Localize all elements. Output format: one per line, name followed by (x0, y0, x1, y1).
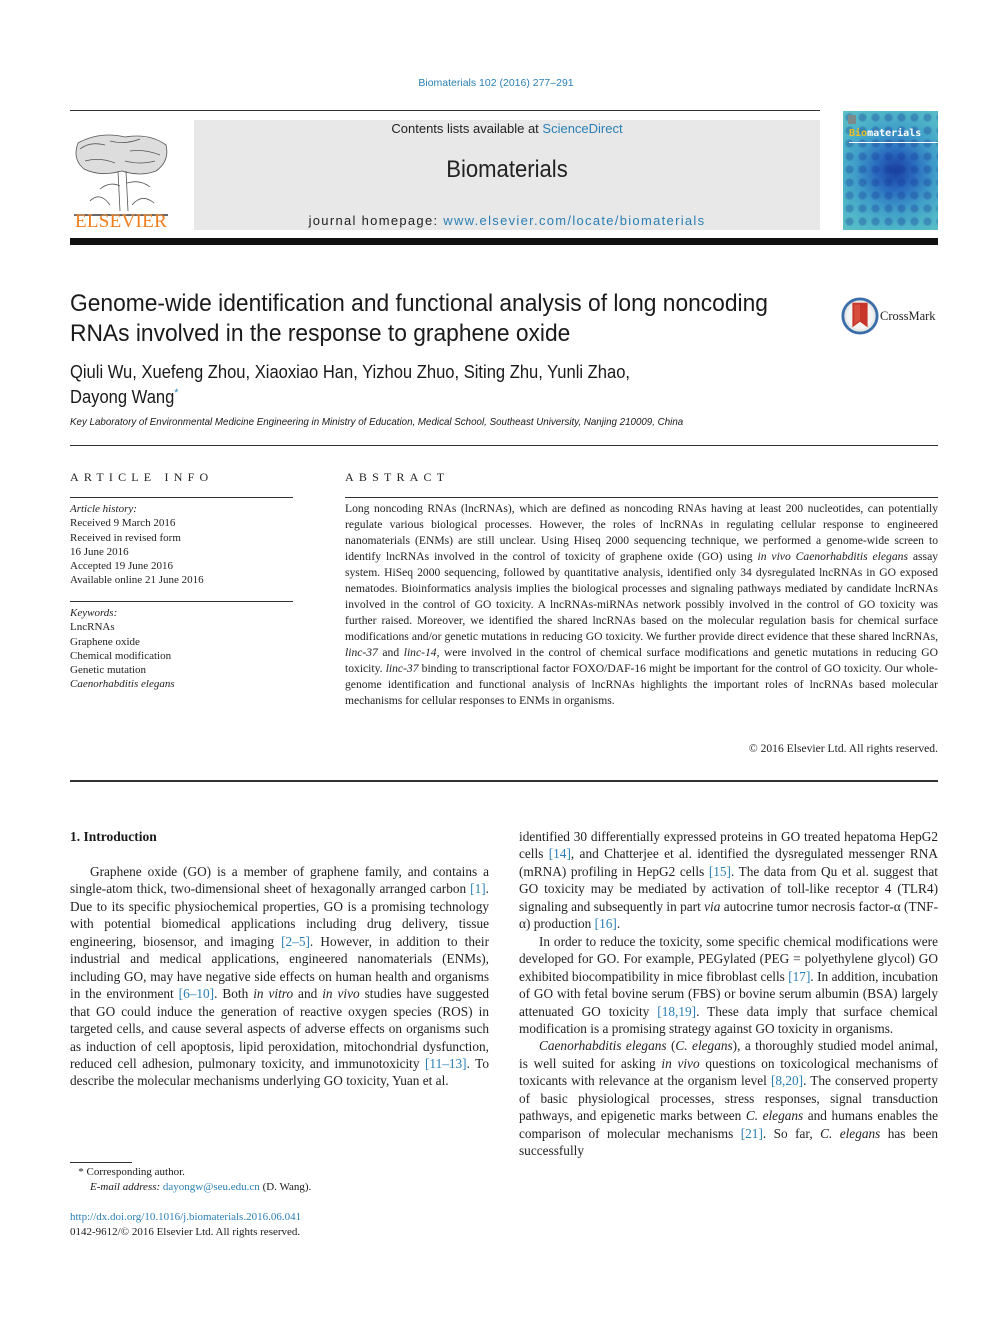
keyword-item: Chemical modification (70, 649, 172, 662)
paragraph: identified 30 differentially expressed p… (519, 828, 938, 933)
authors-line-2: Dayong Wang* (70, 383, 732, 408)
abstract-italic: linc-37 (385, 662, 419, 675)
crossmark-icon[interactable] (841, 297, 879, 335)
citation-link[interactable]: [16] (595, 916, 617, 931)
history-label: Article history: (70, 503, 137, 515)
journal-name: Biomaterials (446, 156, 568, 183)
email-suffix: (D. Wang). (259, 1181, 312, 1193)
abstract-italic: linc-14 (403, 646, 437, 659)
citation-link[interactable]: [11–13] (425, 1056, 467, 1071)
text-segment: and (293, 986, 323, 1002)
footnote-divider (70, 1162, 132, 1163)
issn-copyright: 0142-9612/© 2016 Elsevier Ltd. All right… (70, 1226, 301, 1238)
cover-title-highlight: Bio (849, 128, 868, 139)
italic-term: in vitro (253, 986, 294, 1002)
journal-cover-image[interactable]: Biomaterials (843, 111, 938, 230)
paragraph: In order to reduce the toxicity, some sp… (519, 933, 938, 1038)
crossmark-label[interactable]: CrossMark (880, 309, 936, 324)
divider (345, 497, 938, 498)
divider (70, 110, 820, 111)
italic-term: C. elegans (820, 1125, 881, 1141)
text-segment: Graphene oxide (GO) is a member of graph… (70, 864, 489, 897)
abstract-segment: and (377, 646, 404, 659)
citation-link[interactable]: [15] (709, 864, 731, 879)
section-heading-introduction: 1. Introduction (70, 829, 157, 844)
abstract-segment: binding to transcriptional factor FOXO/D… (345, 662, 938, 707)
keywords: Keywords: LncRNAs Graphene oxide Chemica… (70, 606, 293, 692)
abstract-segment: assay system. HiSeq 2000 sequencing, fol… (345, 550, 939, 643)
divider (70, 497, 293, 498)
corresponding-label: Corresponding author. (86, 1166, 185, 1178)
contents-prefix: Contents lists available at (391, 121, 543, 136)
abstract-text: Long noncoding RNAs (lncRNAs), which are… (345, 501, 938, 709)
italic-term: Caenorhabditis elegans (539, 1038, 667, 1054)
italic-term: C. elegans (675, 1038, 733, 1054)
cover-title: Biomaterials (849, 128, 921, 139)
keyword-item: Graphene oxide (70, 635, 140, 648)
citation-link[interactable]: [14] (549, 846, 571, 861)
cover-title-rest: materials (867, 128, 922, 139)
footnote: * Corresponding author. E-mail address: … (70, 1165, 490, 1195)
article-history: Article history: Received 9 March 2016 R… (70, 502, 293, 588)
italic-term: C. elegans (745, 1108, 804, 1124)
article-title: Genome-wide identification and functiona… (70, 290, 768, 347)
italic-term: in vivo (661, 1055, 700, 1071)
divider (70, 601, 293, 602)
cover-emblem-icon (848, 115, 856, 124)
text-segment: . Both (214, 986, 254, 1002)
elsevier-logo-text: ELSEVIER (74, 211, 168, 232)
history-item: Received in revised form (70, 531, 181, 544)
cover-divider (849, 142, 938, 143)
email-note: E-mail address: dayongw@seu.edu.cn (D. W… (70, 1180, 490, 1195)
keyword-item: Caenorhabditis elegans (70, 678, 175, 691)
footnote-mark: * (78, 1166, 84, 1178)
keyword-item: Genetic mutation (70, 664, 147, 677)
divider (70, 780, 938, 782)
citation-link[interactable]: [2–5] (281, 934, 310, 949)
author-list: Qiuli Wu, Xuefeng Zhou, Xiaoxiao Han, Yi… (70, 362, 732, 408)
history-item: Available online 21 June 2016 (70, 574, 204, 587)
homepage-link[interactable]: www.elsevier.com/locate/biomaterials (443, 213, 705, 228)
corresponding-note: * Corresponding author. (70, 1165, 490, 1180)
paragraph: Caenorhabditis elegans (C. elegans), a t… (519, 1037, 938, 1159)
keywords-label: Keywords: (70, 607, 118, 619)
abstract-copyright: © 2016 Elsevier Ltd. All rights reserved… (748, 742, 938, 755)
abstract-heading: ABSTRACT (345, 470, 450, 484)
homepage-line: journal homepage: www.elsevier.com/locat… (194, 213, 820, 228)
citation-link[interactable]: [1] (470, 881, 486, 896)
body-column-left: Graphene oxide (GO) is a member of graph… (70, 863, 489, 1090)
abstract-italic: in vivo Caenorhabditis elegans (757, 550, 908, 563)
citation-link[interactable]: [18,19] (657, 1004, 696, 1019)
body-column-right: identified 30 differentially expressed p… (519, 828, 938, 1160)
abstract-italic: linc-37 (345, 646, 378, 659)
corresponding-author-mark[interactable]: * (174, 387, 178, 399)
corresponding-author: Dayong Wang (70, 387, 175, 407)
email-label: E-mail address: (90, 1181, 161, 1193)
history-item: Received 9 March 2016 (70, 517, 176, 530)
paragraph: Graphene oxide (GO) is a member of graph… (70, 863, 489, 1090)
text-segment: . So far, (762, 1125, 821, 1141)
citation-link[interactable]: [17] (788, 969, 810, 984)
article-info-heading: ARTICLE INFO (70, 470, 214, 484)
citation-link[interactable]: [8,20] (771, 1073, 803, 1088)
keyword-item: LncRNAs (70, 621, 115, 634)
journal-reference-link[interactable]: Biomaterials 102 (2016) 277–291 (0, 77, 992, 89)
doi-block: http://dx.doi.org/10.1016/j.biomaterials… (70, 1210, 490, 1240)
citation-link[interactable]: [6–10] (179, 986, 214, 1001)
italic-term: in vivo (322, 986, 360, 1002)
affiliation: Key Laboratory of Environmental Medicine… (70, 416, 684, 428)
doi-link[interactable]: http://dx.doi.org/10.1016/j.biomaterials… (70, 1211, 301, 1223)
citation-link[interactable]: [21] (741, 1126, 763, 1141)
header-thick-rule (70, 238, 938, 245)
text-segment: . (616, 916, 621, 932)
email-link[interactable]: dayongw@seu.edu.cn (163, 1181, 260, 1193)
history-item: 16 June 2016 (70, 545, 129, 558)
authors-line-1: Qiuli Wu, Xuefeng Zhou, Xiaoxiao Han, Yi… (70, 362, 631, 382)
homepage-prefix: journal homepage: (308, 213, 444, 228)
italic-term: via (704, 898, 721, 914)
divider (70, 445, 938, 446)
history-item: Accepted 19 June 2016 (70, 560, 173, 573)
contents-line: Contents lists available at ScienceDirec… (194, 121, 820, 136)
sciencedirect-link[interactable]: ScienceDirect (542, 121, 622, 136)
